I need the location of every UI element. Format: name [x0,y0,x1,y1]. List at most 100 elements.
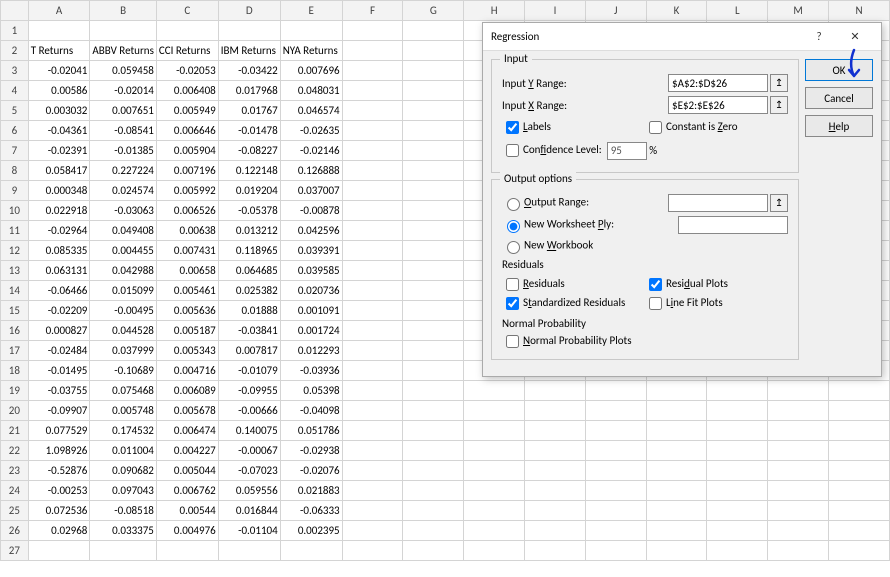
cell[interactable]: 0.001724 [280,321,342,341]
cell[interactable] [342,341,403,361]
cell[interactable]: -0.03755 [28,381,90,401]
cell[interactable]: 0.122148 [218,161,280,181]
cell[interactable] [403,341,464,361]
line-fit-plots-checkbox[interactable]: Line Fit Plots [645,296,723,309]
cell[interactable] [646,421,707,441]
cell[interactable] [342,301,403,321]
cell[interactable] [768,461,829,481]
row-header[interactable]: 12 [1,241,29,261]
row-header[interactable]: 16 [1,321,29,341]
cell[interactable]: -0.02938 [280,441,342,461]
cell[interactable]: 0.021883 [280,481,342,501]
cell[interactable]: 0.005636 [156,301,218,321]
cell[interactable]: 0.019204 [218,181,280,201]
cell[interactable]: -0.00067 [218,441,280,461]
cell[interactable] [768,501,829,521]
cell[interactable] [829,401,890,421]
cell[interactable] [585,421,646,441]
col-header[interactable]: D [218,1,280,21]
row-header[interactable]: 9 [1,181,29,201]
cell[interactable] [768,381,829,401]
cell[interactable] [403,241,464,261]
cell[interactable] [707,541,768,561]
residuals-checkbox[interactable]: Residuals [502,277,565,290]
cell[interactable] [646,461,707,481]
cell[interactable]: 0.064685 [218,261,280,281]
cell[interactable]: -0.02076 [280,461,342,481]
col-header[interactable]: J [585,1,646,21]
cell[interactable] [342,501,403,521]
cell[interactable] [342,161,403,181]
cell[interactable]: -0.01495 [28,361,90,381]
cell[interactable] [218,21,280,41]
cell[interactable] [403,481,464,501]
cell[interactable] [218,541,280,561]
cell[interactable]: T Returns [28,41,90,61]
cell[interactable] [342,101,403,121]
cell[interactable]: -0.02635 [280,121,342,141]
cell[interactable]: 0.039391 [280,241,342,261]
col-header[interactable]: H [464,1,525,21]
cell[interactable]: 0.059556 [218,481,280,501]
cell[interactable] [403,301,464,321]
cell[interactable]: 0.004976 [156,521,218,541]
cell[interactable]: 0.011004 [90,441,157,461]
cell[interactable]: 0.00544 [156,501,218,521]
input-y-range[interactable] [668,74,768,92]
cell[interactable]: 0.007696 [280,61,342,81]
cell[interactable] [403,501,464,521]
cell[interactable]: 0.140075 [218,421,280,441]
cell[interactable]: -0.08518 [90,501,157,521]
cell[interactable]: 0.00638 [156,221,218,241]
cell[interactable]: 0.077529 [28,421,90,441]
normal-prob-checkbox[interactable]: Normal Probability Plots [502,334,632,347]
cell[interactable]: ABBV Returns [90,41,157,61]
cell[interactable] [90,541,157,561]
cell[interactable]: 0.005992 [156,181,218,201]
cell[interactable]: 0.039585 [280,261,342,281]
cell[interactable] [525,441,586,461]
cell[interactable] [585,381,646,401]
col-header[interactable]: N [829,1,890,21]
cell[interactable]: 0.001091 [280,301,342,321]
row-header[interactable]: 19 [1,381,29,401]
cell[interactable] [403,181,464,201]
cell[interactable]: 0.042596 [280,221,342,241]
cell[interactable] [646,541,707,561]
cell[interactable]: -0.01478 [218,121,280,141]
cell[interactable] [707,441,768,461]
cell[interactable]: -0.00495 [90,301,157,321]
cell[interactable]: 0.002395 [280,521,342,541]
cell[interactable] [707,401,768,421]
cell[interactable]: IBM Returns [218,41,280,61]
cell[interactable]: 0.005748 [90,401,157,421]
cell[interactable] [585,441,646,461]
cell[interactable] [768,481,829,501]
row-header[interactable]: 21 [1,421,29,441]
output-range-picker[interactable]: ↥ [770,194,788,212]
row-header[interactable]: 2 [1,41,29,61]
row-header[interactable]: 24 [1,481,29,501]
cell[interactable]: 0.006089 [156,381,218,401]
cell[interactable] [585,401,646,421]
cell[interactable]: -0.52876 [28,461,90,481]
cell[interactable]: 0.00658 [156,261,218,281]
cell[interactable] [585,541,646,561]
cell[interactable]: 0.006762 [156,481,218,501]
cell[interactable]: -0.04098 [280,401,342,421]
cell[interactable]: 0.024574 [90,181,157,201]
cell[interactable] [829,381,890,401]
cell[interactable]: -0.02964 [28,221,90,241]
input-y-picker[interactable]: ↥ [770,74,788,92]
cell[interactable] [525,381,586,401]
cell[interactable]: 0.015099 [90,281,157,301]
cell[interactable]: -0.01079 [218,361,280,381]
cell[interactable]: -0.00253 [28,481,90,501]
cell[interactable] [403,541,464,561]
new-worksheet-input[interactable] [678,216,788,234]
cell[interactable]: -0.09907 [28,401,90,421]
cell[interactable]: 0.037007 [280,181,342,201]
row-header[interactable]: 3 [1,61,29,81]
cell[interactable]: 0.004716 [156,361,218,381]
cell[interactable]: 0.118965 [218,241,280,261]
